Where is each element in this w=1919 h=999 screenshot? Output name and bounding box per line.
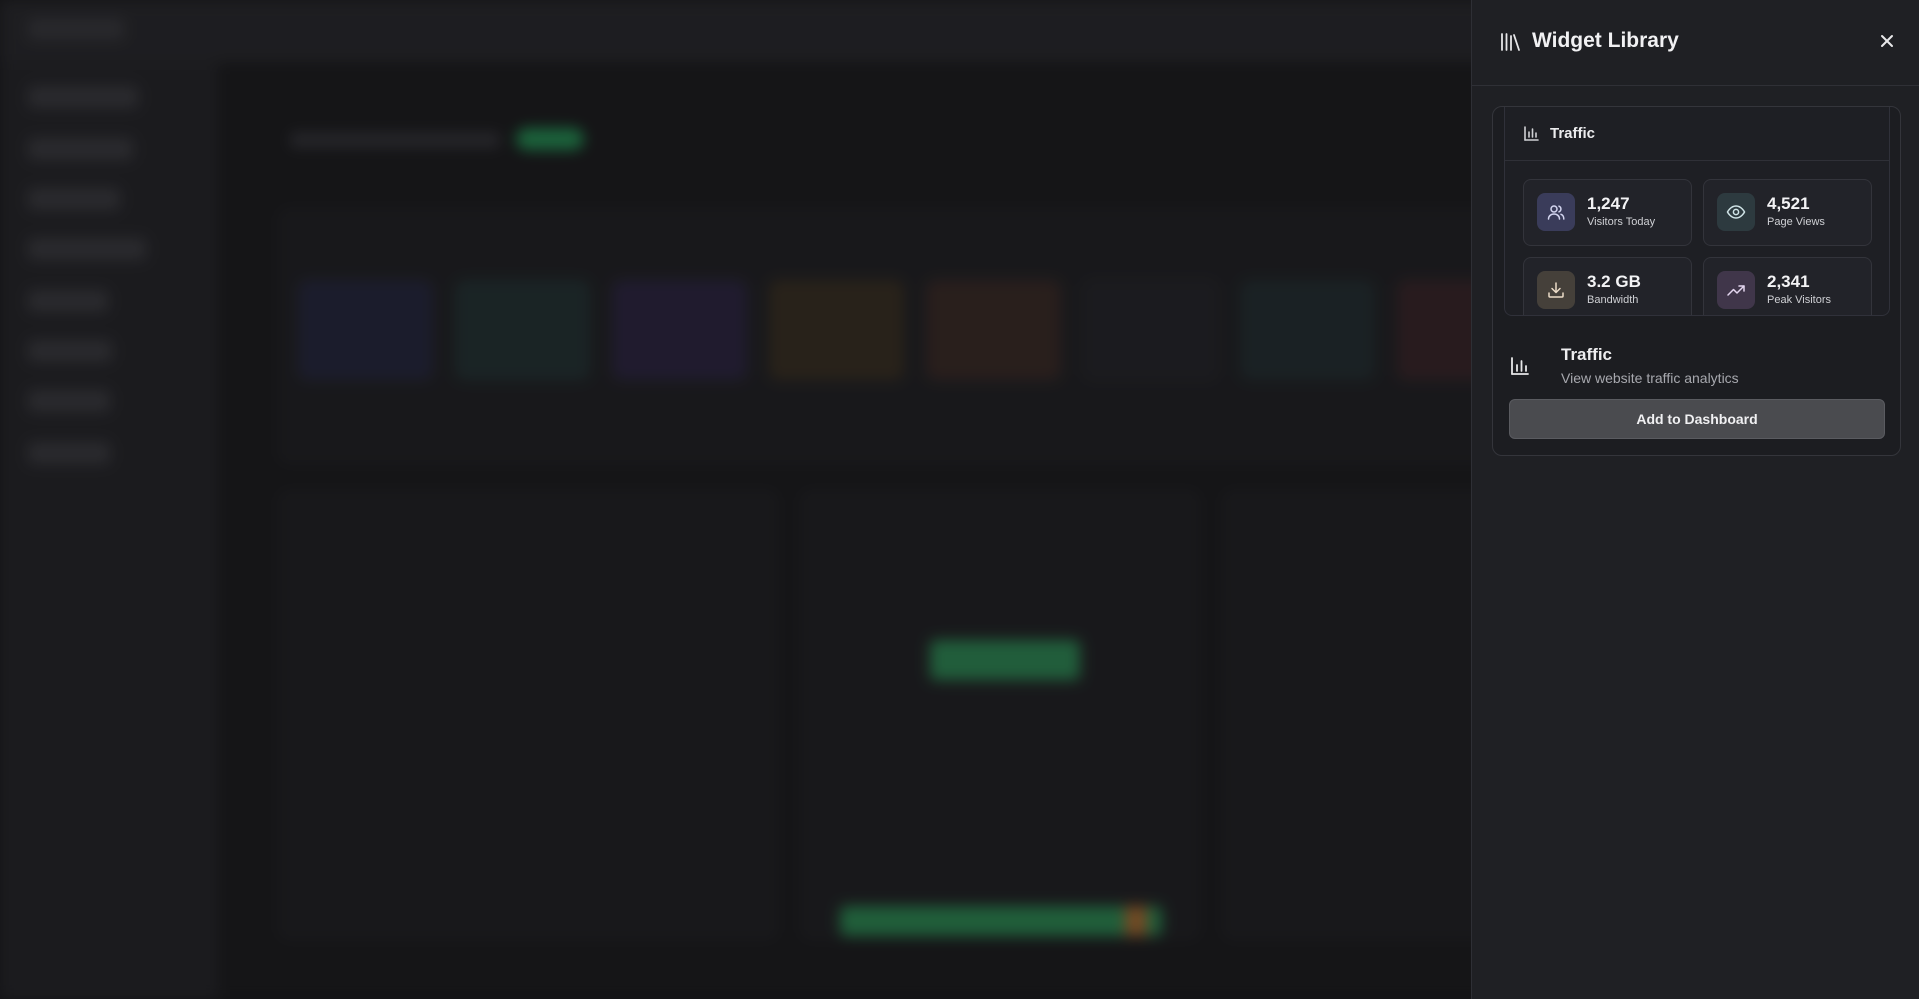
widget-preview: Traffic 1,247 Visitors Today 4,521 Page …: [1504, 107, 1890, 316]
bar-chart-icon: [1523, 125, 1540, 142]
stat-page-views: 4,521 Page Views: [1703, 179, 1872, 246]
trending-up-icon: [1717, 271, 1755, 309]
stat-value: 1,247: [1587, 194, 1630, 213]
users-icon: [1537, 193, 1575, 231]
drawer-header: Widget Library: [1472, 0, 1919, 86]
preview-header: Traffic: [1505, 107, 1889, 161]
background-tile: [1083, 280, 1218, 380]
close-button[interactable]: [1873, 29, 1901, 57]
add-to-dashboard-button[interactable]: Add to Dashboard: [1509, 399, 1885, 439]
background-nav-item: [28, 290, 108, 312]
background-nav-item: [28, 238, 146, 260]
background-tile: [1240, 280, 1375, 380]
widget-description: View website traffic analytics: [1561, 370, 1739, 386]
background-nav-item: [28, 188, 120, 210]
stat-visitors-today: 1,247 Visitors Today: [1523, 179, 1692, 246]
background-text: [290, 132, 500, 148]
background-tile: [298, 280, 433, 380]
stat-label: Peak Visitors: [1767, 294, 1831, 306]
background-card: [278, 208, 1518, 464]
download-icon: [1537, 271, 1575, 309]
close-icon: [1879, 33, 1895, 54]
eye-icon: [1717, 193, 1755, 231]
background-card: [800, 490, 1200, 940]
background-tile: [926, 280, 1061, 380]
stat-value: 3.2 GB: [1587, 272, 1641, 291]
drawer-title: Widget Library: [1532, 29, 1679, 52]
bar-chart-icon: [1509, 355, 1531, 377]
stat-peak-visitors: 2,341 Peak Visitors: [1703, 257, 1872, 315]
background-nav-item: [28, 442, 110, 464]
stat-label: Bandwidth: [1587, 294, 1639, 306]
background-tile: [769, 280, 904, 380]
background-nav-item: [28, 340, 112, 362]
background-progress: [840, 906, 1162, 936]
stat-bandwidth: 3.2 GB Bandwidth: [1523, 257, 1692, 315]
background-metric: [930, 640, 1080, 680]
background-nav-item: [28, 138, 133, 160]
stat-label: Visitors Today: [1587, 216, 1656, 228]
background-card: [278, 490, 778, 940]
background-logo: [28, 18, 124, 40]
stat-value: 2,341: [1767, 272, 1810, 291]
background-tile: [455, 280, 590, 380]
widget-title: Traffic: [1561, 345, 1613, 364]
background-progress-segment: [1125, 906, 1147, 936]
background-sidebar: [0, 62, 218, 999]
widget-card-traffic[interactable]: Traffic 1,247 Visitors Today 4,521 Page …: [1492, 106, 1901, 456]
preview-title: Traffic: [1550, 125, 1596, 142]
widget-library-drawer: Widget Library Traffic 1,247 Visitors To…: [1471, 0, 1919, 999]
library-icon: [1499, 31, 1521, 53]
background-tile: [612, 280, 747, 380]
background-nav-item: [28, 86, 138, 108]
stat-value: 4,521: [1767, 194, 1810, 213]
background-nav-item: [28, 390, 110, 412]
background-status-pill: [516, 128, 584, 150]
stat-label: Page Views: [1767, 216, 1825, 228]
